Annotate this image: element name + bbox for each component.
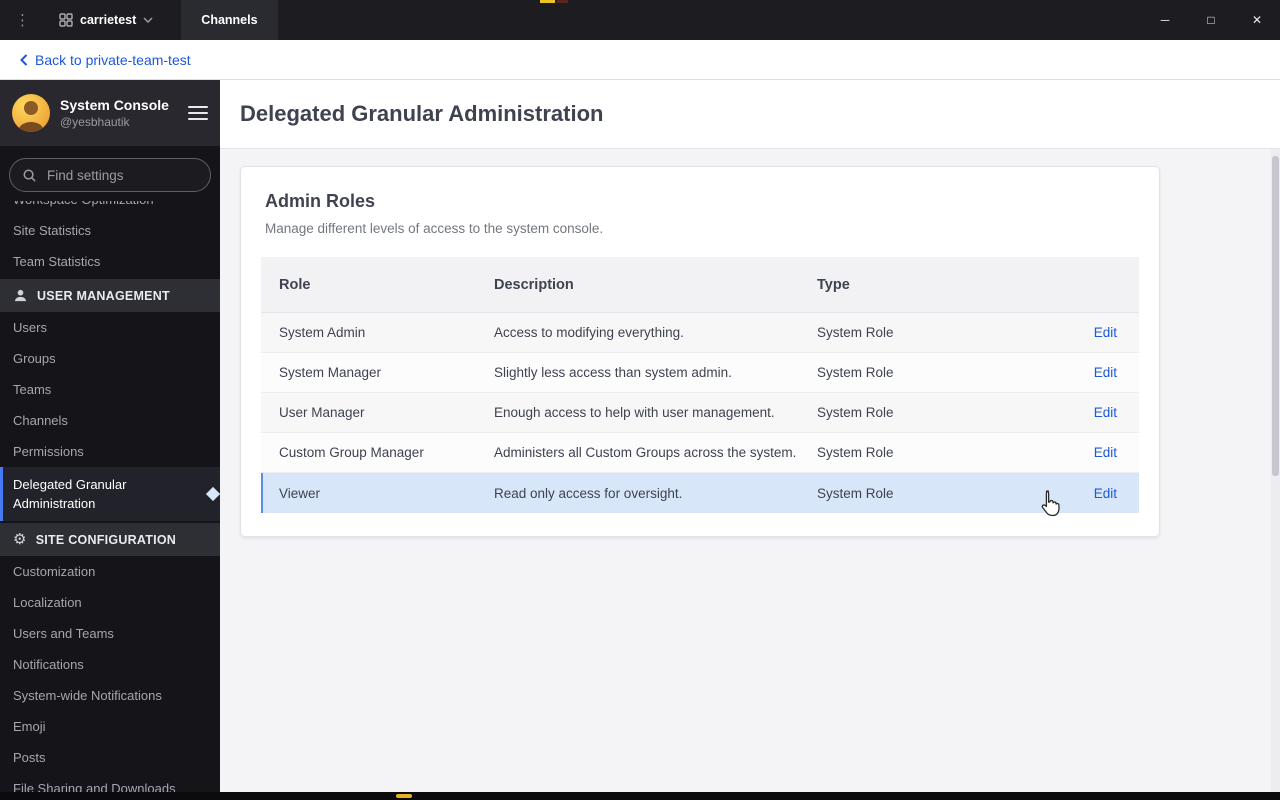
back-link[interactable]: Back to private-team-test — [20, 52, 191, 68]
cell-type: System Role — [817, 325, 894, 340]
sidebar-item-channels[interactable]: Channels — [0, 405, 220, 436]
edit-link[interactable]: Edit — [1094, 486, 1117, 501]
background-artifact — [396, 794, 412, 798]
admin-roles-card: Admin Roles Manage different levels of a… — [240, 166, 1160, 537]
table-header-row: Role Description Type — [261, 257, 1139, 313]
console-identity: System Console @yesbhautik — [60, 97, 178, 129]
cell-type: System Role — [817, 485, 894, 501]
tab-channels-label: Channels — [201, 13, 258, 27]
edit-link[interactable]: Edit — [1094, 325, 1117, 340]
server-icon — [59, 13, 73, 27]
maximize-button[interactable]: □ — [1188, 0, 1234, 40]
chevron-down-icon — [143, 17, 153, 23]
active-indicator — [205, 486, 220, 502]
col-description: Description — [494, 276, 574, 293]
page-header: Delegated Granular Administration — [220, 80, 1280, 148]
sidebar-nav: Workspace Optimization Site Statistics T… — [0, 201, 220, 792]
search-icon — [23, 169, 36, 182]
server-name: carrietest — [80, 13, 137, 27]
search-input[interactable] — [45, 166, 198, 184]
edit-link[interactable]: Edit — [1094, 445, 1117, 460]
section-site-configuration: ⚙ SITE CONFIGURATION — [0, 523, 220, 556]
sidebar-item-site-statistics[interactable]: Site Statistics — [0, 215, 220, 246]
sidebar-item-workspace-optimization[interactable]: Workspace Optimization — [0, 201, 220, 215]
app-menu-icon[interactable]: ⋮ — [0, 11, 43, 29]
user-icon — [14, 289, 27, 302]
section-site-configuration-label: SITE CONFIGURATION — [35, 532, 177, 547]
content-area: Admin Roles Manage different levels of a… — [220, 148, 1280, 792]
sidebar-item-users[interactable]: Users — [0, 312, 220, 343]
background-window-strip — [0, 792, 1280, 800]
sidebar-item-customization[interactable]: Customization — [0, 556, 220, 587]
user-handle: @yesbhautik — [60, 115, 130, 129]
table-row: Custom Group Manager Administers all Cus… — [261, 433, 1139, 473]
page-title: Delegated Granular Administration — [240, 101, 604, 126]
sidebar-header: System Console @yesbhautik — [0, 80, 220, 146]
search-pill[interactable] — [9, 158, 211, 192]
cell-type: System Role — [817, 445, 894, 460]
cell-role: System Admin — [279, 325, 366, 340]
sidebar-item-system-wide-notifications[interactable]: System-wide Notifications — [0, 680, 220, 711]
edit-link[interactable]: Edit — [1094, 365, 1117, 380]
cell-description: Administers all Custom Groups across the… — [494, 445, 797, 460]
cell-description: Read only access for oversight. — [494, 485, 683, 501]
avatar[interactable] — [12, 94, 50, 132]
sidebar-item-teams[interactable]: Teams — [0, 374, 220, 405]
active-item-label: Delegated Granular Administration — [13, 477, 127, 511]
gear-icon: ⚙ — [13, 531, 27, 548]
background-artifact — [557, 0, 568, 3]
cell-description: Enough access to help with user manageme… — [494, 405, 775, 420]
cell-role: Custom Group Manager — [279, 445, 424, 460]
sidebar-item-permissions[interactable]: Permissions — [0, 436, 220, 467]
cell-description: Access to modifying everything. — [494, 325, 684, 340]
col-role: Role — [279, 276, 311, 293]
cell-role: User Manager — [279, 405, 365, 420]
sidebar-item-groups[interactable]: Groups — [0, 343, 220, 374]
sidebar-item-delegated-granular-administration[interactable]: Delegated Granular Administration — [0, 467, 220, 521]
scrollbar-thumb[interactable] — [1272, 156, 1279, 476]
cell-description: Slightly less access than system admin. — [494, 365, 732, 380]
background-artifact — [540, 0, 555, 3]
tab-channels[interactable]: Channels — [181, 0, 278, 40]
sidebar-item-team-statistics[interactable]: Team Statistics — [0, 246, 220, 277]
chevron-left-icon — [20, 53, 28, 66]
sidebar-item-notifications[interactable]: Notifications — [0, 649, 220, 680]
sidebar-item-users-and-teams[interactable]: Users and Teams — [0, 618, 220, 649]
titlebar: ⋮ carrietest Channels ─ □ ✕ — [0, 0, 1280, 40]
cell-type: System Role — [817, 365, 894, 380]
sidebar-item-emoji[interactable]: Emoji — [0, 711, 220, 742]
card-header: Admin Roles Manage different levels of a… — [241, 167, 1159, 257]
main-content: Delegated Granular Administration Admin … — [220, 80, 1280, 792]
cell-role: System Manager — [279, 365, 382, 380]
card-title: Admin Roles — [265, 191, 376, 211]
table-row: System Admin Access to modifying everyth… — [261, 313, 1139, 353]
sidebar-item-posts[interactable]: Posts — [0, 742, 220, 773]
titlebar-left: ⋮ carrietest Channels — [0, 0, 278, 40]
minimize-button[interactable]: ─ — [1142, 0, 1188, 40]
table-row: User Manager Enough access to help with … — [261, 393, 1139, 433]
section-user-management: USER MANAGEMENT — [0, 279, 220, 312]
roles-table: Role Description Type System Admin Acces… — [261, 257, 1139, 513]
table-row-highlighted: Viewer Read only access for oversight. S… — [261, 473, 1139, 513]
window-controls: ─ □ ✕ — [1142, 0, 1280, 40]
section-user-management-label: USER MANAGEMENT — [37, 288, 170, 303]
sidebar-item-localization[interactable]: Localization — [0, 587, 220, 618]
table-row: System Manager Slightly less access than… — [261, 353, 1139, 393]
card-subtitle: Manage different levels of access to the… — [265, 221, 604, 236]
search-box — [0, 146, 220, 201]
menu-icon[interactable] — [188, 106, 208, 120]
console-title: System Console — [60, 97, 169, 113]
edit-link[interactable]: Edit — [1094, 405, 1117, 420]
sidebar-item-file-sharing-and-downloads[interactable]: File Sharing and Downloads — [0, 773, 220, 792]
cell-role: Viewer — [279, 485, 321, 501]
col-type: Type — [817, 276, 850, 293]
server-selector[interactable]: carrietest — [49, 7, 163, 33]
close-button[interactable]: ✕ — [1234, 0, 1280, 40]
cell-type: System Role — [817, 405, 894, 420]
back-link-label: Back to private-team-test — [35, 51, 191, 68]
sidebar: System Console @yesbhautik Workspace Opt… — [0, 80, 220, 792]
scrollbar[interactable] — [1271, 148, 1280, 792]
back-bar: Back to private-team-test — [0, 40, 1280, 80]
